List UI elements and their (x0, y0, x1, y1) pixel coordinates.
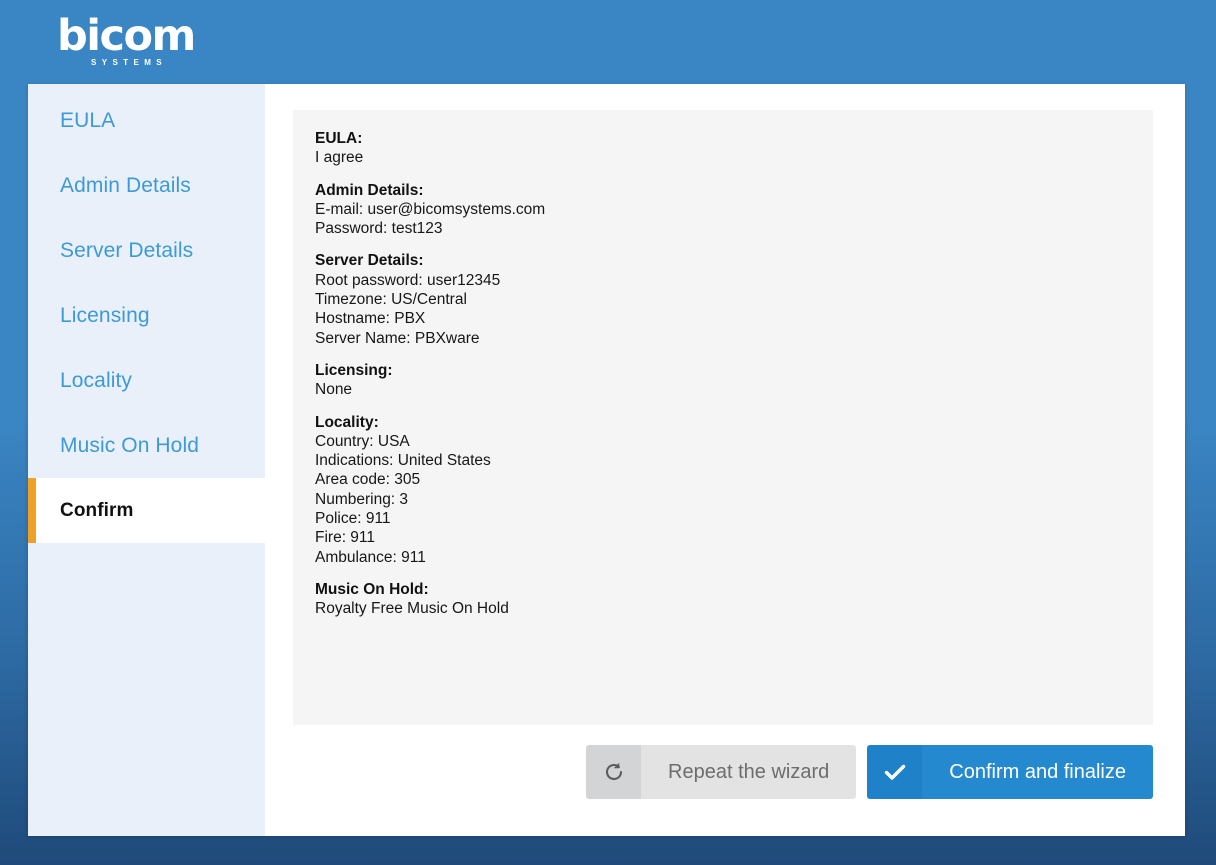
sidebar-item-label: Locality (60, 369, 132, 393)
wizard-main-pane: EULA: I agree Admin Details: E-mail: use… (265, 84, 1185, 836)
logo-tagline: SYSTEMS (91, 58, 167, 67)
summary-section-licensing: Licensing: None (315, 361, 1131, 400)
wizard-card: EULA Admin Details Server Details Licens… (28, 84, 1185, 836)
summary-section-server-details: Server Details: Root password: user12345… (315, 251, 1131, 347)
section-line: Password: test123 (315, 219, 1131, 238)
section-heading: Locality: (315, 413, 1131, 432)
section-line: Police: 911 (315, 509, 1131, 528)
section-heading: EULA: (315, 129, 1131, 148)
sidebar-item-label: Server Details (60, 239, 193, 263)
confirmation-summary-panel: EULA: I agree Admin Details: E-mail: use… (293, 110, 1153, 725)
summary-section-locality: Locality: Country: USA Indications: Unit… (315, 413, 1131, 567)
repeat-wizard-button[interactable]: Repeat the wizard (586, 745, 856, 799)
section-line: None (315, 380, 1131, 399)
sidebar-item-label: Licensing (60, 304, 150, 328)
logo-wordmark: bicom (57, 14, 195, 58)
repeat-wizard-label: Repeat the wizard (641, 745, 856, 799)
wizard-steps-sidebar: EULA Admin Details Server Details Licens… (28, 84, 265, 836)
section-heading: Licensing: (315, 361, 1131, 380)
sidebar-item-label: Confirm (60, 500, 134, 522)
section-line: E-mail: user@bicomsystems.com (315, 200, 1131, 219)
sidebar-item-admin-details[interactable]: Admin Details (28, 153, 265, 218)
wizard-action-buttons: Repeat the wizard Confirm and finalize (586, 745, 1153, 799)
section-heading: Music On Hold: (315, 580, 1131, 599)
sidebar-item-music-on-hold[interactable]: Music On Hold (28, 413, 265, 478)
sidebar-item-label: Admin Details (60, 174, 191, 198)
refresh-icon (586, 745, 641, 799)
sidebar-item-licensing[interactable]: Licensing (28, 283, 265, 348)
summary-section-eula: EULA: I agree (315, 129, 1131, 168)
section-line: Server Name: PBXware (315, 329, 1131, 348)
check-icon (867, 745, 922, 799)
sidebar-item-eula[interactable]: EULA (28, 88, 265, 153)
app-header: bicom SYSTEMS (0, 0, 1216, 84)
section-line: Royalty Free Music On Hold (315, 599, 1131, 618)
sidebar-item-confirm[interactable]: Confirm (28, 478, 265, 543)
section-line: Numbering: 3 (315, 490, 1131, 509)
confirm-and-finalize-label: Confirm and finalize (922, 745, 1153, 799)
sidebar-item-label: Music On Hold (60, 434, 199, 458)
confirm-and-finalize-button[interactable]: Confirm and finalize (867, 745, 1153, 799)
section-heading: Admin Details: (315, 181, 1131, 200)
summary-section-music-on-hold: Music On Hold: Royalty Free Music On Hol… (315, 580, 1131, 619)
section-line: Indications: United States (315, 451, 1131, 470)
section-line: Timezone: US/Central (315, 290, 1131, 309)
section-line: Fire: 911 (315, 528, 1131, 547)
section-line: Ambulance: 911 (315, 548, 1131, 567)
bicom-logo: bicom SYSTEMS (57, 14, 193, 70)
sidebar-item-label: EULA (60, 109, 115, 133)
summary-section-admin-details: Admin Details: E-mail: user@bicomsystems… (315, 181, 1131, 239)
section-line: Hostname: PBX (315, 309, 1131, 328)
section-line: Root password: user12345 (315, 271, 1131, 290)
sidebar-item-locality[interactable]: Locality (28, 348, 265, 413)
sidebar-item-server-details[interactable]: Server Details (28, 218, 265, 283)
section-line: Area code: 305 (315, 470, 1131, 489)
section-heading: Server Details: (315, 251, 1131, 270)
section-line: I agree (315, 148, 1131, 167)
section-line: Country: USA (315, 432, 1131, 451)
